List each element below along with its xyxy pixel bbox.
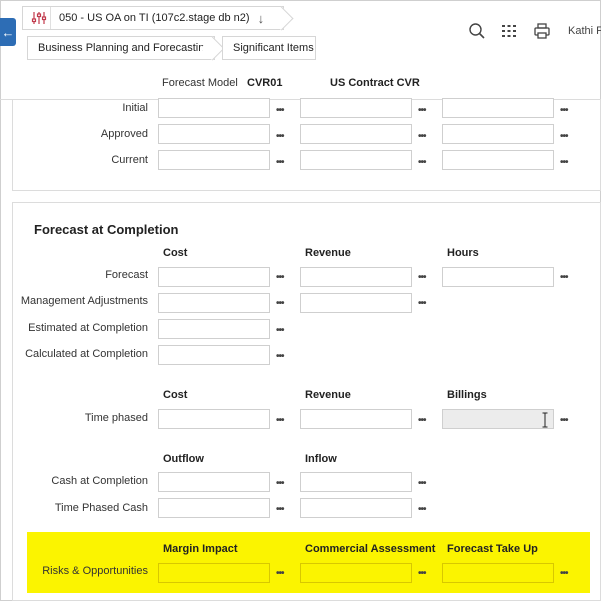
breadcrumb-business-planning[interactable]: Business Planning and Forecasting [27,36,215,60]
risks-opportunities-highlight: Margin Impact Commercial Assessment Fore… [27,532,590,593]
initial-hours-field[interactable] [442,98,554,118]
initial-cost-field[interactable] [158,98,270,118]
row-label-initial: Initial [122,102,148,114]
row-label-time-phased: Time phased [84,412,148,424]
approved-hours-field[interactable] [442,124,554,144]
more-options-icon[interactable]: ••• [276,106,290,119]
more-options-icon[interactable]: ••• [276,273,290,286]
text-cursor-icon [542,412,548,428]
time-phased-cash-inflow-field[interactable] [300,498,412,518]
adjustments-cost-field[interactable] [158,293,270,313]
print-icon[interactable] [533,22,551,40]
section-title: Forecast at Completion [34,222,179,237]
more-options-icon[interactable]: ••• [418,416,432,429]
more-options-icon[interactable]: ••• [276,352,290,365]
row-label-current: Current [111,154,148,166]
more-options-icon[interactable]: ••• [418,132,432,145]
row-label-cash-at-completion: Cash at Completion [51,475,148,487]
more-options-icon[interactable]: ••• [418,158,432,171]
column-header-commercial-assessment: Commercial Assessment [305,543,436,555]
commercial-assessment-field[interactable] [300,563,412,583]
row-label-forecast: Forecast [105,269,148,281]
time-phased-revenue-field[interactable] [300,409,412,429]
column-header-outflow: Outflow [163,453,204,465]
more-options-icon[interactable]: ••• [276,416,290,429]
column-header-margin-impact: Margin Impact [163,543,238,555]
forecast-revenue-field[interactable] [300,267,412,287]
down-arrow-icon[interactable]: ↓ [258,11,265,26]
user-name[interactable]: Kathi F [568,25,601,37]
time-phased-cash-outflow-field[interactable] [158,498,270,518]
more-options-icon[interactable]: ••• [560,273,574,286]
more-options-icon[interactable]: ••• [560,416,574,429]
forecast-model-name: US Contract CVR [330,77,420,89]
more-options-icon[interactable]: ••• [560,106,574,119]
more-options-icon[interactable]: ••• [418,479,432,492]
more-options-icon[interactable]: ••• [276,326,290,339]
column-header-revenue: Revenue [305,247,351,259]
settings-sliders-icon[interactable] [27,7,51,29]
more-options-icon[interactable]: ••• [418,505,432,518]
more-options-icon[interactable]: ••• [276,158,290,171]
more-options-icon[interactable]: ••• [276,569,290,582]
more-options-icon[interactable]: ••• [276,479,290,492]
column-header-billings: Billings [447,389,487,401]
record-title-crumb[interactable]: 050 - US OA on TI (107c2.stage db n2) ↓ [22,6,284,30]
more-options-icon[interactable]: ••• [418,569,432,582]
cash-completion-inflow-field[interactable] [300,472,412,492]
back-arrow-icon: ← [1,24,15,40]
approved-cost-field[interactable] [158,124,270,144]
forecast-hours-field[interactable] [442,267,554,287]
breadcrumb-significant-items[interactable]: Significant Items [222,36,316,60]
row-label-approved: Approved [100,128,148,140]
initial-revenue-field[interactable] [300,98,412,118]
row-label-estimated-at-completion: Estimated at Completion [28,322,148,334]
more-options-icon[interactable]: ••• [560,158,574,171]
column-header-hours: Hours [447,247,479,259]
row-label-risks-opportunities: Risks & Opportunities [42,565,148,577]
forecast-cost-field[interactable] [158,267,270,287]
back-button[interactable]: ← [0,18,16,46]
breadcrumb-label: Business Planning and Forecasting [38,42,211,54]
more-options-icon[interactable]: ••• [418,106,432,119]
current-hours-field[interactable] [442,150,554,170]
record-title: 050 - US OA on TI (107c2.stage db n2) [59,12,250,24]
margin-impact-field[interactable] [158,563,270,583]
estimated-cost-field[interactable] [158,319,270,339]
more-options-icon[interactable]: ••• [276,505,290,518]
more-options-icon[interactable]: ••• [276,132,290,145]
cash-completion-outflow-field[interactable] [158,472,270,492]
search-icon[interactable] [468,22,486,40]
more-options-icon[interactable]: ••• [418,299,432,312]
current-revenue-field[interactable] [300,150,412,170]
row-label-calculated-at-completion: Calculated at Completion [25,348,148,360]
row-label-management-adjustments: Management Adjustments [20,295,148,307]
more-options-icon[interactable]: ••• [418,273,432,286]
column-header-cost: Cost [163,389,188,401]
time-phased-cost-field[interactable] [158,409,270,429]
adjustments-revenue-field[interactable] [300,293,412,313]
column-header-inflow: Inflow [305,453,337,465]
forecast-take-up-field[interactable] [442,563,554,583]
time-phased-billings-field[interactable] [442,409,554,429]
breadcrumb-label: Significant Items [233,42,314,54]
approved-revenue-field[interactable] [300,124,412,144]
more-options-icon[interactable]: ••• [560,132,574,145]
column-header-forecast-take-up: Forecast Take Up [447,543,538,555]
forecast-model-bar [0,72,601,100]
apps-grid-icon[interactable] [500,22,518,40]
calculated-cost-field[interactable] [158,345,270,365]
column-header-revenue: Revenue [305,389,351,401]
more-options-icon[interactable]: ••• [276,299,290,312]
more-options-icon[interactable]: ••• [560,569,574,582]
forecast-model-label: Forecast Model [162,77,238,89]
row-label-time-phased-cash: Time Phased Cash [54,502,148,514]
column-header-cost: Cost [163,247,188,259]
current-cost-field[interactable] [158,150,270,170]
forecast-model-code: CVR01 [247,77,283,89]
